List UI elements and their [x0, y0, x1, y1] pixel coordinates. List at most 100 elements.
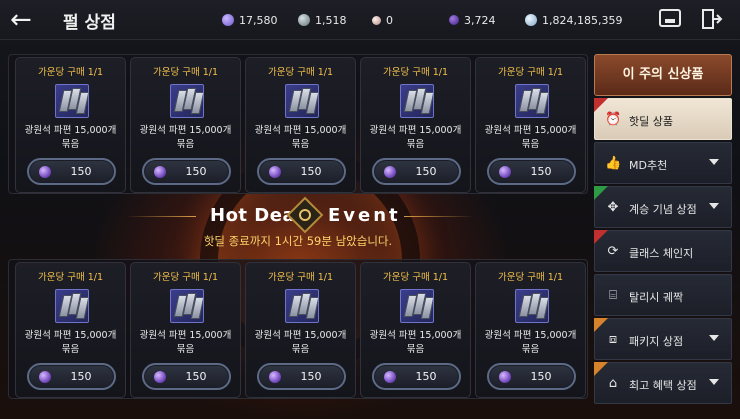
- product-name-line2: 묶음: [176, 139, 195, 150]
- new-tag-icon: [594, 362, 608, 376]
- pearl-gem-icon: [154, 166, 166, 178]
- bottom-product-grid: 가운당 구매 1/1 광원석 파편 15,000개 묶음 150 가운당 구매 1/1 광…: [8, 259, 588, 399]
- banner-event: Event: [328, 205, 401, 226]
- currency-blue-value: 1,824,185,359: [542, 13, 623, 27]
- hot-deal-banner: Hot Deal Event 핫딜 종료까지 1시간 59분 남았습니다.: [8, 196, 588, 255]
- pearl-gem-icon: [269, 371, 281, 383]
- price-value: 150: [530, 370, 552, 383]
- sidebar-item-label: 탈리시 궤짝: [629, 291, 684, 304]
- pearl-gem-icon: [499, 166, 511, 178]
- product-name-line2: 묶음: [176, 344, 195, 355]
- top-bar: ← 펄 상점 17,580 1,518 0 3,724 1,824,185,35…: [0, 0, 740, 40]
- pearl-gem-icon: [39, 371, 51, 383]
- sidebar-item-label: 계승 기념 상점: [629, 203, 697, 216]
- buy-price-button[interactable]: 150: [27, 158, 116, 185]
- banner-line-right: [404, 216, 474, 217]
- back-arrow-icon[interactable]: ←: [10, 6, 44, 34]
- refresh-icon: ⟳: [607, 244, 619, 259]
- clock-icon: [286, 196, 324, 234]
- crystal-shard-icon: [285, 84, 319, 118]
- crystal-shard-icon: [285, 289, 319, 323]
- product-name-line2: 묶음: [61, 139, 80, 150]
- weekly-new-items-button[interactable]: 이 주의 신상품: [594, 54, 732, 96]
- chest-icon: ⌸: [609, 288, 617, 303]
- category-sidebar: 이 주의 신상품 ⏰ 핫딜 상품 👍 MD추천 ✥ 계승 기념 상점 ⟳ 클래스 체인지 ⌸ 탈리…: [594, 54, 734, 414]
- crystal-shard-icon: [170, 289, 204, 323]
- product-card[interactable]: 가운당 구매 1/1 광원석 파편 15,000개묶음 150: [130, 57, 241, 193]
- purchase-limit-label: 가운당 구매 1/1: [152, 67, 219, 78]
- new-tag-icon: [594, 230, 608, 244]
- new-tag-icon: [594, 98, 608, 112]
- pearl-gem-icon: [39, 166, 51, 178]
- product-card[interactable]: 가운당 구매 1/1 광원석 파편 15,000개 묶음 150: [360, 262, 471, 398]
- buy-price-button[interactable]: 150: [372, 363, 461, 390]
- product-name-line2: 묶음: [521, 344, 540, 355]
- product-name-line2: 묶음: [406, 139, 425, 150]
- product-name-line1: 광원석 파편 15,000개: [484, 330, 577, 341]
- product-card[interactable]: 가운당 구매 1/1 광원석 파편 15,000개 묶음 150: [475, 262, 586, 398]
- sidebar-item[interactable]: ⧈ 패키지 상점: [594, 318, 732, 360]
- sidebar-item[interactable]: ⟳ 클래스 체인지: [594, 230, 732, 272]
- product-name: 광원석 파편 15,000개묶음: [16, 124, 125, 152]
- crystal-shard-icon: [170, 84, 204, 118]
- chevron-down-icon: [709, 379, 719, 385]
- currency-blue: 1,824,185,359: [525, 10, 622, 30]
- currency-silver-icon: [298, 14, 310, 26]
- purchase-limit-label: 가운당 구매 1/1: [152, 272, 219, 283]
- currency-blue-icon: [525, 14, 537, 26]
- price-value: 150: [300, 370, 322, 383]
- currency-violet-icon: [449, 15, 459, 25]
- product-name-line1: 광원석 파편 15,000개: [24, 125, 117, 136]
- product-name-line2: 묶음: [521, 139, 540, 150]
- price-value: 150: [70, 370, 92, 383]
- buy-price-button[interactable]: 150: [487, 158, 576, 185]
- buy-price-button[interactable]: 150: [142, 158, 231, 185]
- product-name-line1: 광원석 파편 15,000개: [369, 125, 462, 136]
- price-value: 150: [415, 370, 437, 383]
- buy-price-button[interactable]: 150: [257, 363, 346, 390]
- crystal-shard-icon: [515, 84, 549, 118]
- product-card[interactable]: 가운당 구매 1/1 광원석 파편 15,000개 묶음 150: [15, 262, 126, 398]
- currency-violet: 3,724: [449, 10, 496, 30]
- product-card[interactable]: 가운당 구매 1/1 광원석 파편 15,000개 묶음 150: [130, 262, 241, 398]
- product-card[interactable]: 가운당 구매 1/1 광원석 파편 15,000개 묶음 150: [475, 57, 586, 193]
- chevron-down-icon: [709, 203, 719, 209]
- product-card[interactable]: 가운당 구매 1/1 광원석 파편 15,000개묶음 150: [360, 57, 471, 193]
- thumbs-up-icon: 👍: [605, 156, 622, 171]
- sidebar-item[interactable]: ⌸ 탈리시 궤짝: [594, 274, 732, 316]
- buy-price-button[interactable]: 150: [27, 363, 116, 390]
- page-title: 펄 상점: [63, 13, 116, 33]
- sidebar-item[interactable]: ✥ 계승 기념 상점: [594, 186, 732, 228]
- sidebar-item[interactable]: 👍 MD추천: [594, 142, 732, 184]
- buy-price-button[interactable]: 150: [372, 158, 461, 185]
- product-card[interactable]: 가운당 구매 1/1 광원석 파편 15,000개 묶음 150: [245, 262, 356, 398]
- purchase-limit-label: 가운당 구매 1/1: [382, 67, 449, 78]
- buy-price-button[interactable]: 150: [257, 158, 346, 185]
- alarm-clock-icon: ⏰: [605, 112, 622, 127]
- exit-door-icon[interactable]: [700, 8, 724, 32]
- buy-price-button[interactable]: 150: [142, 363, 231, 390]
- chevron-down-icon: [709, 335, 719, 341]
- sidebar-item[interactable]: ⏰ 핫딜 상품: [594, 98, 732, 140]
- currency-violet-value: 3,724: [464, 13, 496, 27]
- storage-box-icon[interactable]: [658, 8, 682, 32]
- product-name-line1: 광원석 파편 15,000개: [369, 330, 462, 341]
- pearl-gem-icon: [384, 166, 396, 178]
- sidebar-item[interactable]: ⌂ 최고 혜택 상점: [594, 362, 732, 404]
- product-card[interactable]: 가운당 구매 1/1 광원석 파편 15,000개 묶음 150: [245, 57, 356, 193]
- product-card[interactable]: 가운당 구매 1/1 광원석 파편 15,000개 묶음 150: [15, 57, 126, 193]
- purchase-limit-label: 가운당 구매 1/1: [497, 67, 564, 78]
- currency-silver-value: 1,518: [315, 13, 347, 27]
- product-name-line1: 광원석 파편 15,000개: [139, 125, 232, 136]
- product-name-line1: 광원석 파편 15,000개: [254, 125, 347, 136]
- price-value: 150: [185, 370, 207, 383]
- price-value: 150: [530, 165, 552, 178]
- pearl-gem-icon: [154, 371, 166, 383]
- top-product-grid: 가운당 구매 1/1 광원석 파편 15,000개묶음 150 가운당 구매 1/1 광…: [8, 54, 588, 194]
- sidebar-item-label: 최고 혜택 상점: [629, 379, 697, 392]
- currency-pearl: 0: [372, 10, 393, 30]
- sidebar-item-label: 핫딜 상품: [629, 115, 673, 128]
- product-name: 광원석 파편 15,000개 묶음: [476, 124, 585, 152]
- product-name-line2: 묶음: [61, 344, 80, 355]
- buy-price-button[interactable]: 150: [487, 363, 576, 390]
